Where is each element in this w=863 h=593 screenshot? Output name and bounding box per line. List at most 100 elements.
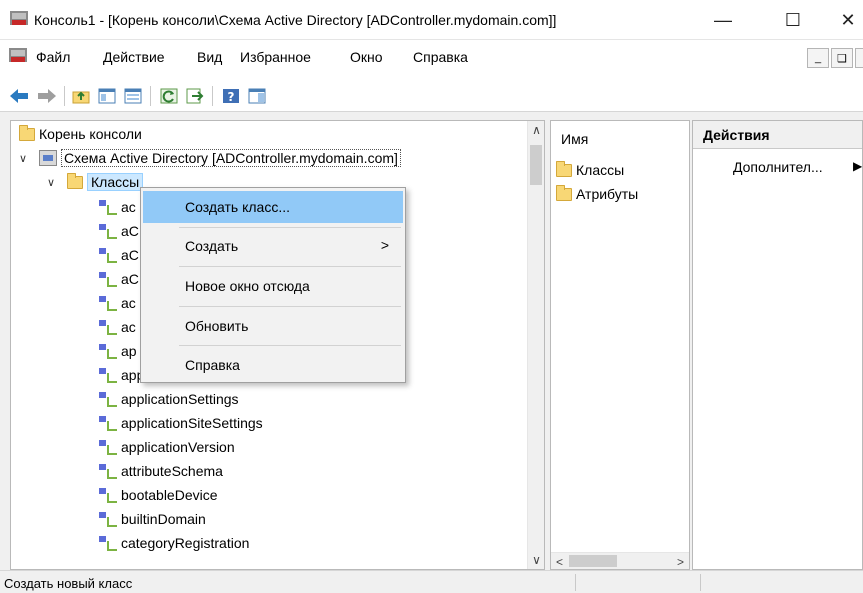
menu-help[interactable]: Справка (413, 49, 468, 65)
tree-item-class[interactable]: applicationSettings (99, 388, 239, 410)
window-title: Консоль1 - [Корень консоли\Схема Active … (34, 12, 557, 28)
mdi-controls: _ ❑ x (805, 48, 863, 68)
title-bar: Консоль1 - [Корень консоли\Схема Active … (0, 0, 863, 40)
menu-item-create[interactable]: Создать > (143, 230, 403, 262)
properties-view-icon[interactable] (122, 86, 144, 106)
toolbar-separator (150, 86, 151, 106)
tree-item-class[interactable]: ap (99, 340, 137, 362)
tree-item-class[interactable]: aC (99, 268, 139, 290)
tree-item-class[interactable]: ac (99, 316, 136, 338)
schema-class-icon (99, 392, 117, 407)
up-folder-icon[interactable] (70, 86, 92, 106)
schema-class-icon (99, 344, 117, 359)
tree-item-label: applicationVersion (121, 439, 235, 455)
schema-class-icon (99, 512, 117, 527)
menu-item-label: Новое окно отсюда (185, 278, 310, 294)
menu-view[interactable]: Вид (197, 49, 222, 65)
menu-file[interactable]: Файл (36, 49, 70, 65)
back-arrow-icon[interactable] (8, 86, 30, 106)
tree-item-class[interactable]: applicationVersion (99, 436, 235, 458)
help-icon[interactable]: ? (220, 86, 242, 106)
scroll-right-icon[interactable]: > (672, 553, 689, 569)
menu-favorites[interactable]: Избранное (240, 49, 311, 65)
menu-item-refresh[interactable]: Обновить (143, 310, 403, 342)
column-header-name[interactable]: Имя (551, 121, 689, 151)
menu-bar: Файл Действие Вид Избранное Окно Справка (0, 40, 863, 73)
menu-item-help[interactable]: Справка (143, 349, 403, 381)
list-item-attributes[interactable]: Атрибуты (556, 183, 638, 205)
refresh-icon[interactable] (158, 86, 180, 106)
console-menu-icon[interactable] (9, 48, 27, 64)
list-item-label: Атрибуты (576, 186, 639, 202)
mdi-minimize-button[interactable]: _ (807, 48, 829, 68)
mmc-app-icon (10, 11, 28, 27)
schema-class-icon (99, 320, 117, 335)
tree-item-class[interactable]: applicationSiteSettings (99, 412, 263, 434)
menu-separator (179, 227, 401, 228)
scroll-up-icon[interactable]: ∧ (528, 121, 544, 139)
tree-item-label: Корень консоли (39, 126, 142, 142)
tree-item-class[interactable]: bootableDevice (99, 484, 218, 506)
tree-item-label: ac (121, 319, 136, 335)
tree-item-label: builtinDomain (121, 511, 206, 527)
console-frame: Корень консоли ∨ Схема Active Directory … (0, 112, 863, 570)
actions-pane: Действия Дополнител... ▶ (692, 120, 863, 570)
tree-item-label: bootableDevice (121, 487, 218, 503)
tree-item-class[interactable]: aC (99, 220, 139, 242)
toolbar: ? (0, 80, 863, 112)
chevron-down-icon[interactable]: ∨ (47, 176, 55, 189)
action-pane-icon[interactable] (246, 86, 268, 106)
menu-item-create-class[interactable]: Создать класс... (143, 191, 403, 223)
schema-class-icon (99, 440, 117, 455)
tree-item-class[interactable]: ac (99, 196, 136, 218)
schema-class-icon (99, 416, 117, 431)
tree-item-class[interactable]: aC (99, 244, 139, 266)
scroll-thumb[interactable] (569, 555, 617, 567)
toolbar-separator (64, 86, 65, 106)
minimize-button[interactable]: — (700, 0, 746, 40)
tree-item-label: ap (121, 343, 137, 359)
tree-item-label: Классы (87, 173, 144, 191)
tree-item-label: attributeSchema (121, 463, 223, 479)
tree-item-label: aC (121, 271, 139, 287)
folder-icon (67, 172, 83, 189)
list-horizontal-scrollbar[interactable]: < > (551, 552, 689, 569)
tree-item-label: applicationSettings (121, 391, 239, 407)
scroll-down-icon[interactable]: ∨ (528, 551, 544, 569)
tree-item-classes[interactable]: Классы (67, 171, 144, 193)
maximize-button[interactable]: ☐ (770, 0, 816, 40)
tree-item-class[interactable]: ac (99, 292, 136, 314)
folder-icon (556, 184, 572, 201)
tree-item-label: aC (121, 247, 139, 263)
export-list-icon[interactable] (184, 86, 206, 106)
tree-item-label: applicationSiteSettings (121, 415, 263, 431)
schema-class-icon (99, 296, 117, 311)
chevron-down-icon[interactable]: ∨ (19, 152, 27, 165)
menu-item-label: Справка (185, 357, 240, 373)
tree-item-class[interactable]: attributeSchema (99, 460, 223, 482)
schema-class-icon (99, 224, 117, 239)
list-item-classes[interactable]: Классы (556, 159, 624, 181)
forward-arrow-icon[interactable] (36, 86, 58, 106)
tree-item-label: categoryRegistration (121, 535, 250, 551)
tree-item-label: ac (121, 199, 136, 215)
show-hide-tree-icon[interactable] (96, 86, 118, 106)
tree-item-label: Схема Active Directory [ADController.myd… (61, 149, 401, 167)
scroll-thumb[interactable] (530, 145, 542, 185)
tree-item-console-root[interactable]: Корень консоли (19, 123, 142, 145)
schema-class-icon (99, 368, 117, 383)
actions-more-item[interactable]: Дополнител... (733, 159, 823, 175)
menu-window[interactable]: Окно (350, 49, 383, 65)
tree-vertical-scrollbar[interactable]: ∧ ∨ (527, 121, 544, 569)
actions-header: Действия (693, 121, 862, 149)
tree-item-class[interactable]: categoryRegistration (99, 532, 249, 554)
result-pane[interactable]: Имя Классы Атрибуты < > (550, 120, 690, 570)
menu-item-new-window[interactable]: Новое окно отсюда (143, 270, 403, 302)
tree-item-schema[interactable]: Схема Active Directory [ADController.myd… (39, 147, 401, 169)
tree-item-class[interactable]: builtinDomain (99, 508, 206, 530)
scroll-left-icon[interactable]: < (551, 553, 568, 569)
menu-action[interactable]: Действие (103, 49, 165, 65)
mdi-close-button[interactable]: x (855, 48, 863, 68)
close-button[interactable]: ✕ (825, 0, 863, 40)
mdi-restore-button[interactable]: ❑ (831, 48, 853, 68)
